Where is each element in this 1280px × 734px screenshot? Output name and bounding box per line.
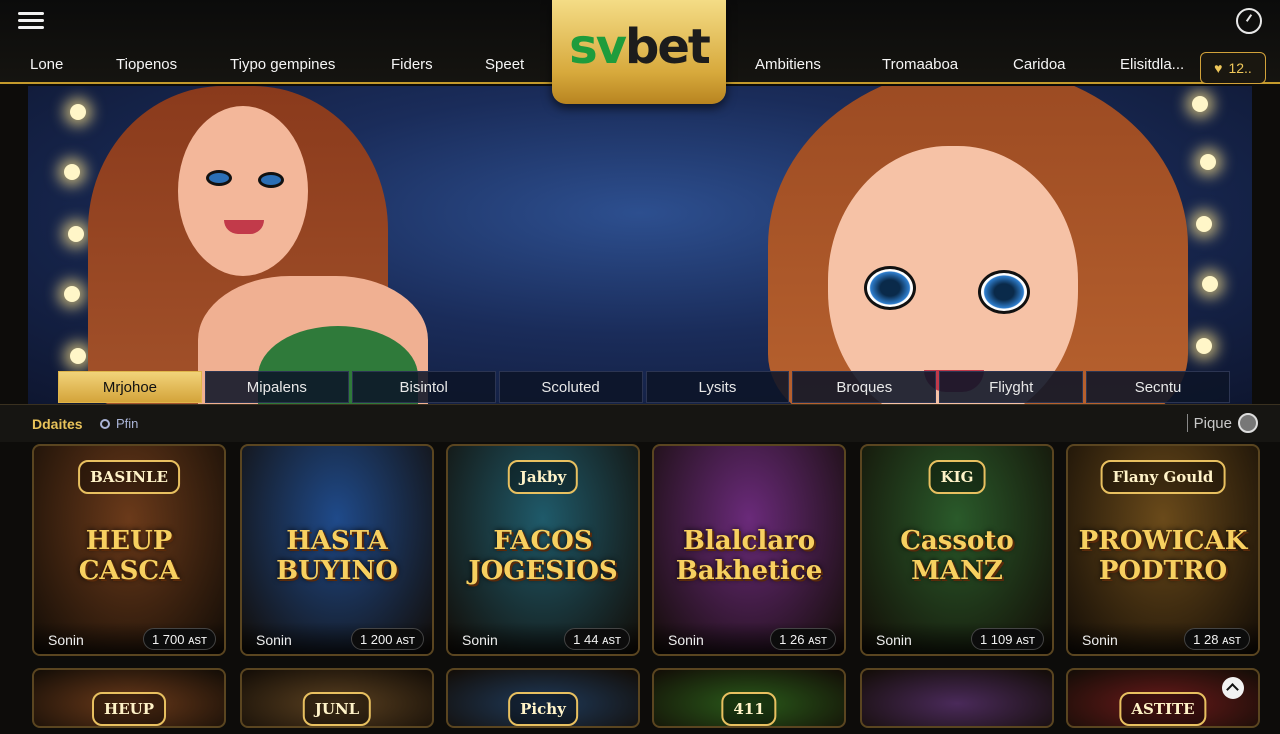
game-badge: ASTITE — [1119, 692, 1207, 726]
nav-item-fiders[interactable]: Fiders — [391, 56, 433, 73]
light-bulb-decoration — [68, 226, 84, 242]
game-price: 1 200 ᴀsᴛ — [350, 628, 424, 650]
game-title: FACOS JOGESIOS — [468, 526, 618, 586]
game-provider: Sonin — [876, 632, 912, 648]
section-title: Ddaites — [32, 416, 83, 432]
balance-value: 12.. — [1228, 60, 1252, 76]
nav-item-lone[interactable]: Lone — [30, 56, 63, 73]
character-illustration-right-face — [828, 146, 1078, 404]
tab-secntu[interactable]: Secntu — [1086, 371, 1230, 403]
game-badge: Pichy — [508, 692, 578, 726]
light-bulb-decoration — [1196, 338, 1212, 354]
game-provider: Sonin — [668, 632, 704, 648]
game-title: PROWICAK PODTRO — [1078, 526, 1248, 586]
game-badge: BASINLE — [78, 460, 180, 494]
game-card[interactable]: HASTA BUYINO Sonin 1 200 ᴀsᴛ — [240, 444, 434, 656]
hero-banner[interactable] — [28, 86, 1252, 404]
section-header: Ddaites Pfin Pique — [0, 404, 1280, 442]
eye-icon — [978, 270, 1030, 314]
tab-broques[interactable]: Broques — [792, 371, 937, 403]
character-illustration-left-face — [178, 106, 308, 276]
game-card[interactable]: Pichy — [446, 668, 640, 728]
game-card[interactable]: KIG Cassoto MANZ Sonin 1 109 ᴀsᴛ — [860, 444, 1054, 656]
filter-button[interactable]: Pfin — [100, 416, 138, 431]
light-bulb-decoration — [70, 104, 86, 120]
game-price: 1 26 ᴀsᴛ — [770, 628, 836, 650]
game-grid: BASINLE HEUP CASCA Sonin 1 700 ᴀsᴛ HASTA BUY… — [32, 444, 1262, 734]
game-price: 1 109 ᴀsᴛ — [970, 628, 1044, 650]
sort-toggle-icon — [1238, 413, 1258, 433]
game-title: Cassoto MANZ — [900, 526, 1014, 586]
category-tabs: Mrjohoe Mipalens Bisintol Scoluted Lysit… — [58, 371, 1230, 403]
balance-badge[interactable]: ♥ 12.. — [1200, 52, 1266, 84]
game-title: HEUP CASCA — [78, 526, 180, 586]
scroll-to-top-icon[interactable] — [1222, 677, 1244, 699]
light-bulb-decoration — [64, 286, 80, 302]
game-provider: Sonin — [48, 632, 84, 648]
game-badge: 411 — [721, 692, 777, 726]
game-badge: Flany Gould — [1100, 460, 1226, 494]
divider — [1186, 414, 1188, 432]
game-card[interactable]: Flany Gould PROWICAK PODTRO Sonin 1 28 ᴀsᴛ — [1066, 444, 1260, 656]
tab-mipalens[interactable]: Mipalens — [204, 371, 349, 403]
game-price: 1 44 ᴀsᴛ — [564, 628, 630, 650]
nav-item-tiopenos[interactable]: Tiopenos — [116, 56, 177, 73]
game-card[interactable]: Jakby FACOS JOGESIOS Sonin 1 44 ᴀsᴛ — [446, 444, 640, 656]
tab-fliyght[interactable]: Fliyght — [939, 371, 1084, 403]
tab-mrjohoe[interactable]: Mrjohoe — [58, 371, 202, 403]
game-card[interactable]: JUNL — [240, 668, 434, 728]
light-bulb-decoration — [1196, 216, 1212, 232]
nav-item-speet[interactable]: Speet — [485, 56, 524, 73]
game-badge: HEUP — [92, 692, 166, 726]
tab-bisintol[interactable]: Bisintol — [351, 371, 496, 403]
nav-item-tiypo-gempines[interactable]: Tiypo gempines — [230, 56, 335, 73]
logo-text-sv: sv — [569, 19, 627, 75]
hamburger-menu-icon[interactable] — [18, 12, 44, 32]
light-bulb-decoration — [1192, 96, 1208, 112]
sort-label: Pique — [1193, 414, 1232, 432]
game-card[interactable]: HEUP — [32, 668, 226, 728]
light-bulb-decoration — [70, 348, 86, 364]
filter-label: Pfin — [116, 416, 139, 431]
tab-scoluted[interactable]: Scoluted — [498, 371, 643, 403]
game-card[interactable]: Blalclaro Bakhetice Sonin 1 26 ᴀsᴛ — [652, 444, 846, 656]
game-badge: KIG — [928, 460, 986, 494]
game-badge: JUNL — [302, 692, 372, 726]
nav-item-caridoa[interactable]: Caridoa — [1013, 56, 1066, 73]
light-bulb-decoration — [1200, 154, 1216, 170]
brand-logo[interactable]: svbet — [552, 0, 726, 104]
heart-icon: ♥ — [1214, 60, 1223, 76]
game-card[interactable]: 411 — [652, 668, 846, 728]
game-provider: Sonin — [1082, 632, 1118, 648]
game-price: 1 28 ᴀsᴛ — [1184, 628, 1250, 650]
nav-item-ambitiens[interactable]: Ambitiens — [755, 56, 821, 73]
sort-dropdown[interactable]: Pique — [1186, 413, 1258, 433]
game-provider: Sonin — [462, 632, 498, 648]
game-card[interactable] — [860, 668, 1054, 728]
history-icon[interactable] — [1236, 8, 1262, 34]
eye-icon — [864, 266, 916, 310]
eye-icon — [258, 172, 284, 188]
light-bulb-decoration — [1202, 276, 1218, 292]
logo-text-bet: bet — [625, 19, 711, 75]
tab-lysits[interactable]: Lysits — [645, 371, 790, 403]
game-card[interactable]: BASINLE HEUP CASCA Sonin 1 700 ᴀsᴛ — [32, 444, 226, 656]
game-title: HASTA BUYINO — [276, 526, 398, 586]
eye-icon — [206, 170, 232, 186]
mouth-decoration — [224, 220, 264, 234]
nav-item-tromaaboa[interactable]: Tromaaboa — [882, 56, 958, 73]
game-price: 1 700 ᴀsᴛ — [142, 628, 216, 650]
filter-icon — [100, 418, 110, 429]
game-badge: Jakby — [507, 460, 579, 494]
game-title: Blalclaro Bakhetice — [675, 526, 823, 586]
nav-item-elisitdla[interactable]: Elisitdla... — [1120, 56, 1184, 73]
light-bulb-decoration — [64, 164, 80, 180]
game-provider: Sonin — [256, 632, 292, 648]
